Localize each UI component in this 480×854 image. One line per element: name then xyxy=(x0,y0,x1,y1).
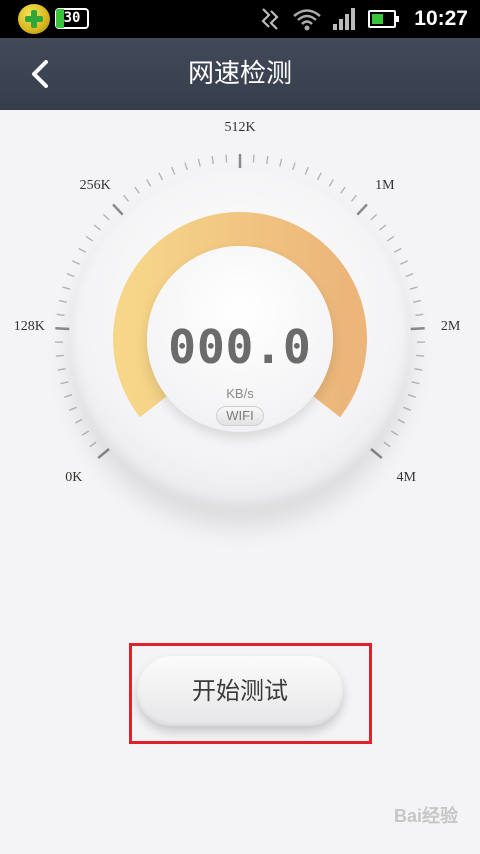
battery-icon xyxy=(368,10,400,28)
gauge-scale-label: 0K xyxy=(65,470,83,486)
title-bar: 网速检测 xyxy=(0,38,480,110)
network-activity-icon xyxy=(261,8,279,30)
gauge-scale-label: 2M xyxy=(440,318,461,334)
page-title: 网速检测 xyxy=(187,59,292,89)
network-type-badge: WIFI xyxy=(216,406,264,426)
gauge-scale-label: 128K xyxy=(13,318,45,334)
gauge-scale-label: 1M xyxy=(375,177,395,193)
back-button[interactable] xyxy=(22,54,62,94)
clock: 10:27 xyxy=(414,7,468,30)
highlight-annotation xyxy=(129,643,372,744)
wifi-icon xyxy=(293,9,322,31)
speed-readout: 000.0 xyxy=(168,320,312,374)
speed-gauge: 000.0 KB/s WIFI 0K 128K 256K 512K 1M 2M 4M xyxy=(0,110,480,560)
signal-icon xyxy=(333,8,356,30)
notification-badge: 30 xyxy=(55,8,89,29)
status-bar: 30 10:27 xyxy=(0,0,480,38)
chevron-left-icon xyxy=(32,60,48,88)
badge-text: 30 xyxy=(63,10,81,26)
gauge-scale-label: 4M xyxy=(396,470,416,486)
watermark: Bai经验 xyxy=(393,806,458,826)
gauge-scale-label: 256K xyxy=(79,177,111,193)
app-360-icon xyxy=(18,4,50,34)
speed-unit: KB/s xyxy=(226,386,254,401)
gauge-scale-label: 512K xyxy=(224,120,256,135)
status-icons: 10:27 xyxy=(260,0,468,38)
